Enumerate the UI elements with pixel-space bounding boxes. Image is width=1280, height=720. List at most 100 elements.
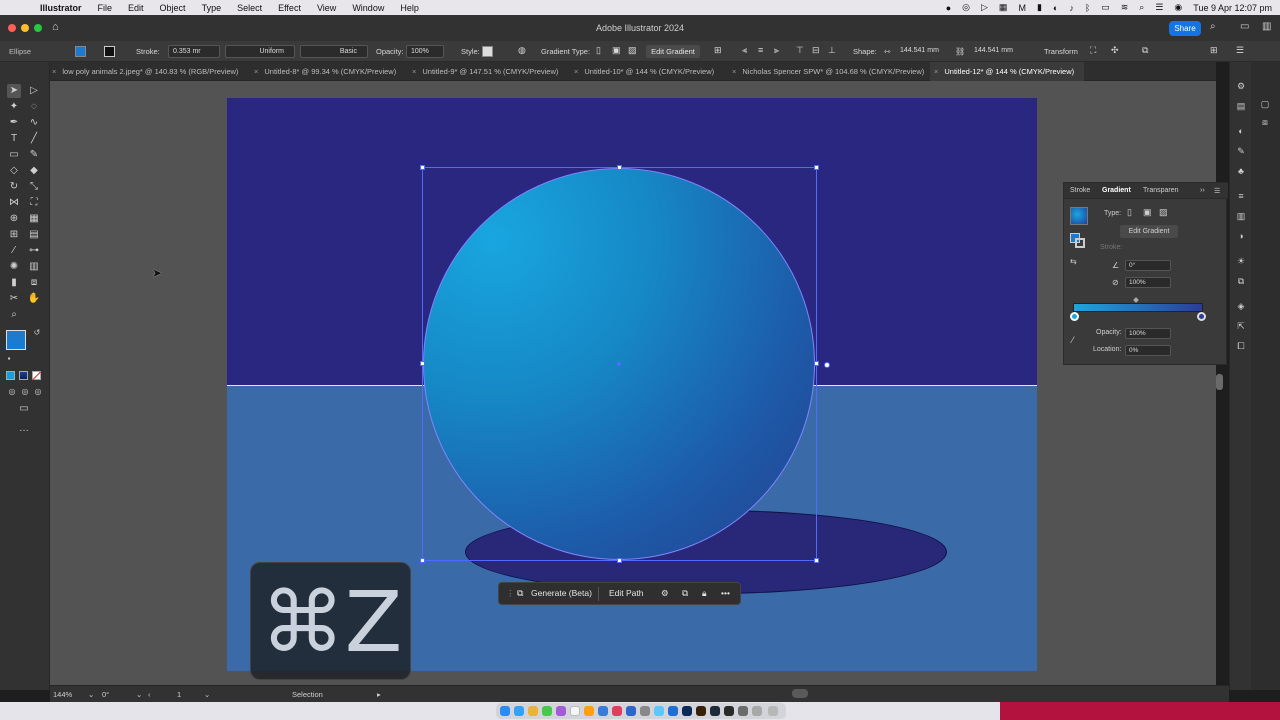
artboard-number[interactable]: 1: [177, 690, 181, 699]
stroke-weight-field[interactable]: 0.353 mr: [168, 45, 220, 58]
wifi-icon[interactable]: ≋: [1121, 2, 1129, 13]
stats-icon[interactable]: ▮: [1037, 2, 1042, 13]
eyedropper-tool-icon[interactable]: ⁄: [7, 244, 21, 258]
linear-gradient-icon[interactable]: ▯: [596, 45, 601, 56]
tab-untitled-9[interactable]: × Untitled-9* @ 147.51 % (CMYK/Preview): [412, 62, 572, 81]
shape-builder-tool-icon[interactable]: ⊕: [7, 212, 21, 226]
downloads-icon[interactable]: [738, 706, 748, 716]
fill-swatch[interactable]: [75, 46, 86, 57]
rectangle-tool-icon[interactable]: ▭: [7, 148, 21, 162]
hand-tool-icon[interactable]: ✋: [27, 292, 41, 306]
bluetooth-icon[interactable]: ᛒ: [1085, 3, 1090, 13]
share-button[interactable]: Share: [1169, 21, 1201, 36]
symbol-sprayer-tool-icon[interactable]: ✺: [7, 260, 21, 274]
gradient-preview-swatch[interactable]: [1070, 207, 1088, 225]
gradient-tool-icon[interactable]: ▤: [27, 228, 41, 242]
music-icon[interactable]: [612, 706, 622, 716]
trash-icon[interactable]: [768, 706, 778, 716]
horizontal-scrollbar-thumb[interactable]: [792, 689, 808, 698]
freeform-gradient-icon[interactable]: ▨: [628, 45, 637, 56]
more-options-icon[interactable]: •••: [721, 588, 730, 598]
zoom-dropdown-icon[interactable]: ⌄: [88, 690, 94, 699]
zoom-tool-icon[interactable]: ⌕: [7, 308, 21, 322]
artboard-dropdown-icon[interactable]: ⌄: [204, 690, 210, 699]
color-mode-icon[interactable]: [6, 371, 15, 380]
align-top-icon[interactable]: ⊤: [796, 45, 804, 56]
eyedropper-icon[interactable]: ⁄: [1072, 335, 1074, 345]
rotation-value[interactable]: 0°: [102, 690, 109, 699]
tab-gradient[interactable]: Gradient: [1102, 187, 1131, 194]
selection-tool-icon[interactable]: ➤: [7, 84, 21, 98]
gradient-panel-icon[interactable]: ▥: [1234, 210, 1248, 222]
gradient-stop-end[interactable]: [1197, 312, 1206, 321]
fill-color-swatch[interactable]: [6, 330, 26, 350]
reverse-gradient-icon[interactable]: ⇆: [1070, 257, 1077, 266]
tab-transparency[interactable]: Transparen: [1143, 187, 1179, 194]
handle-bottom-right[interactable]: [814, 558, 819, 563]
m-app-icon[interactable]: M: [1018, 3, 1026, 13]
menu-help[interactable]: Help: [400, 3, 419, 13]
paintbrush-tool-icon[interactable]: ✎: [27, 148, 41, 162]
volume-icon[interactable]: ♪: [1069, 3, 1074, 13]
handle-bottom-center[interactable]: [617, 558, 622, 563]
blend-tool-icon[interactable]: ⊶: [27, 244, 41, 258]
gradient-midpoint[interactable]: [1133, 297, 1139, 303]
handle-bottom-left[interactable]: [420, 558, 425, 563]
lock-icon[interactable]: 🔒︎: [702, 588, 707, 599]
menu-window[interactable]: Window: [352, 3, 384, 13]
tab-untitled-8[interactable]: × Untitled-8* @ 99.34 % (CMYK/Preview): [254, 62, 412, 81]
tab-low-poly-animals[interactable]: × low poly animals 2.jpeg* @ 140.83 % (RG…: [52, 62, 250, 81]
isolate-icon[interactable]: ⛶: [1090, 45, 1096, 56]
illustrator-icon[interactable]: [696, 706, 706, 716]
control-bar-menu-icon[interactable]: ☰: [1236, 45, 1244, 56]
creative-cloud-icon[interactable]: ◎: [962, 2, 970, 13]
premiere-icon[interactable]: [710, 706, 720, 716]
rotate-tool-icon[interactable]: ↻: [7, 180, 21, 194]
menu-object[interactable]: Object: [160, 3, 186, 13]
magic-wand-tool-icon[interactable]: ✦: [7, 100, 21, 114]
align-left-icon[interactable]: ⫷: [742, 45, 747, 56]
spotlight-icon[interactable]: ⌕: [1139, 2, 1144, 13]
align-to-icon[interactable]: ⊞: [714, 45, 722, 56]
app-store-icon[interactable]: [626, 706, 636, 716]
handle-top-center[interactable]: [617, 165, 622, 170]
properties-panel-icon[interactable]: ⚙: [1234, 80, 1248, 92]
menu-edit[interactable]: Edit: [128, 3, 144, 13]
transform-link[interactable]: Transform: [1044, 47, 1078, 56]
stop-location-field[interactable]: 0%: [1125, 345, 1171, 356]
stop-opacity-field[interactable]: 100%: [1125, 328, 1171, 339]
vertical-scrollbar-thumb[interactable]: [1216, 374, 1223, 390]
graph-tool-icon[interactable]: ▮: [7, 276, 21, 290]
play-icon[interactable]: ▷: [981, 2, 988, 13]
height-field[interactable]: 144.541 mm: [970, 45, 1022, 58]
close-tab-icon[interactable]: ×: [412, 67, 416, 76]
pen-tool-icon[interactable]: ✒: [7, 116, 21, 130]
finder-icon[interactable]: [500, 706, 510, 716]
handle-top-left[interactable]: [420, 165, 425, 170]
edit-toolbar-icon[interactable]: …: [17, 422, 31, 436]
messages-icon[interactable]: [542, 706, 552, 716]
shaper-tool-icon[interactable]: ◇: [7, 164, 21, 178]
draw-inside-icon[interactable]: ◎: [31, 385, 45, 399]
edit-path-button[interactable]: Edit Path: [609, 588, 644, 598]
folder-icon[interactable]: [752, 706, 762, 716]
linear-type-icon[interactable]: ▯: [1127, 207, 1132, 218]
transparency-panel-icon[interactable]: ◑: [1234, 230, 1248, 242]
gradient-slider[interactable]: [1073, 303, 1203, 312]
gradient-mode-icon[interactable]: [19, 371, 28, 380]
menubar-datetime[interactable]: Tue 9 Apr 12:07 pm: [1193, 3, 1272, 13]
constrain-proportions-icon[interactable]: ⛓: [955, 47, 965, 56]
align-right-icon[interactable]: ⫸: [774, 45, 779, 56]
curvature-tool-icon[interactable]: ∿: [27, 116, 41, 130]
draw-normal-icon[interactable]: ◎: [5, 385, 19, 399]
control-center-icon[interactable]: ☰: [1155, 2, 1163, 13]
variable-width-profile[interactable]: Uniform: [225, 45, 295, 58]
artboards-panel-icon[interactable]: ⇱: [1234, 320, 1248, 332]
menu-effect[interactable]: Effect: [278, 3, 301, 13]
align-center-icon[interactable]: ≡: [758, 45, 763, 55]
photoshop-icon[interactable]: [682, 706, 692, 716]
info-panel-icon[interactable]: ▢: [1258, 98, 1272, 110]
layers-panel-icon[interactable]: ◈: [1234, 300, 1248, 312]
workspace-switcher-icon[interactable]: ▭: [1240, 21, 1249, 32]
perspective-grid-tool-icon[interactable]: ▦: [27, 212, 41, 226]
